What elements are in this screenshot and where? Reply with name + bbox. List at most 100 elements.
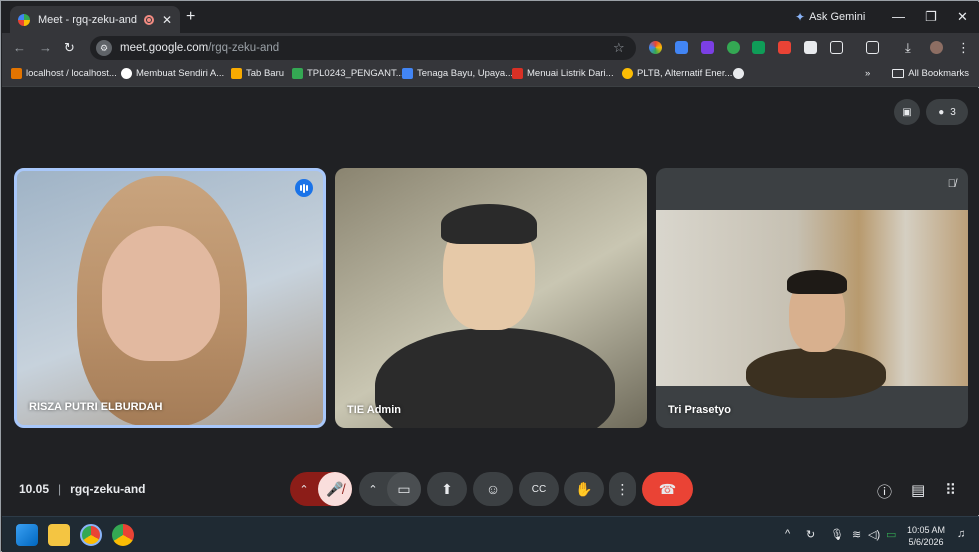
camera-options-chevron-icon[interactable]: ⌃ [359,483,387,496]
minimize-button[interactable]: — [892,9,905,24]
taskbar-time: 10:05 AM [907,525,946,535]
url-host: meet.google.com [120,42,209,54]
participant-tile[interactable]: 🎙̸ Tri Prasetyo [656,168,968,428]
extension-5-icon[interactable] [752,41,765,54]
extensions-puzzle-icon[interactable] [830,41,843,54]
participant-name: Tri Prasetyo [668,404,731,416]
bookmark-item[interactable]: Menuai Listrik Dari... [512,68,614,79]
bookmark-label: PLTB, Alternatif Ener... [637,68,733,79]
bookmark-label: localhost / localhost... [26,68,117,79]
activities-grid-icon[interactable]: ⠿ [945,481,956,499]
mic-off-icon[interactable]: 🎤̸ [318,472,352,506]
profile-avatar[interactable] [930,41,943,54]
meet-controls-bar: 10.05 | rgq-zeku-and ⌃ 🎤̸ ⌃ ▭ ⬆ ☺ CC ✋ ⋮… [2,464,979,515]
camera-icon[interactable]: ▭ [387,472,421,506]
taskbar-date: 5/6/2026 [908,537,944,547]
meet-stage: ▣ ● 3 RISZA PUTRI ELBURDAH TIE Admin 🎙̸ … [2,88,979,515]
windows-start-icon[interactable] [16,524,38,546]
globe-icon [733,68,744,79]
microphone-tray-icon[interactable]: 🎙 [830,528,844,541]
bookmark-item[interactable]: Tenaga Bayu, Upaya... [402,68,513,79]
volume-icon[interactable]: ◁) [868,528,880,541]
participant-name: TIE Admin [347,404,401,416]
people-icon: ● [938,106,945,118]
sync-icon[interactable]: ↻ [806,528,815,541]
present-screen-icon[interactable]: ⬆ [427,472,467,506]
grammarly-icon[interactable] [727,41,740,54]
all-bookmarks-button[interactable]: All Bookmarks [892,68,969,79]
bookmark-item[interactable]: TPL0243_PENGANT... [292,68,404,79]
extension-1-icon[interactable] [649,41,662,54]
participant-count: 3 [950,106,956,118]
participant-face [102,226,220,361]
bookmark-label: Membuat Sendiri A... [136,68,225,79]
bookmark-star-icon[interactable]: ☆ [613,40,625,56]
extension-3-icon[interactable] [701,41,714,54]
restore-button[interactable]: ❐ [925,9,937,25]
new-tab-button[interactable]: + [186,8,195,26]
battery-icon[interactable]: ▭ [886,528,896,541]
camera-control[interactable]: ⌃ ▭ [359,472,421,506]
speaking-indicator-icon [295,179,313,197]
file-explorer-icon[interactable] [48,524,70,546]
download-icon[interactable]: ⤓ [905,40,911,56]
tab-close-button[interactable]: ✕ [162,13,172,27]
taskbar-clock[interactable]: 10:05 AM 5/6/2026 [907,524,945,548]
window-close-button[interactable]: ✕ [957,9,968,25]
mic-muted-icon: 🎙̸ [947,178,956,190]
participants-button[interactable]: ● 3 [926,99,968,125]
chat-icon[interactable]: ▤ [911,481,925,499]
tab-title: Meet - rgq-zeku-and [38,13,138,26]
bookmark-item[interactable]: localhost / localhost... [11,68,117,79]
chrome-profile-icon[interactable] [112,524,134,546]
meeting-details-icon[interactable]: ⓘ [877,481,892,502]
notion-icon[interactable] [804,41,817,54]
participant-hair [787,270,847,294]
back-arrow-icon[interactable]: ← [13,40,26,55]
google-icon [121,68,132,79]
tray-overflow-chevron[interactable]: ^ [785,528,790,540]
captions-icon[interactable]: CC [519,472,559,506]
raise-hand-icon[interactable]: ✋ [564,472,604,506]
ask-gemini-label: Ask Gemini [809,11,866,23]
bookmark-item[interactable]: Membuat Sendiri A... [121,68,224,79]
participant-tile[interactable]: RISZA PUTRI ELBURDAH [14,168,326,428]
drive-icon [292,68,303,79]
participant-video [375,328,615,428]
extension-2-icon[interactable] [675,41,688,54]
menu-kebab-icon[interactable]: ⋮ [957,40,970,56]
bookmarks-bar: localhost / localhost... Membuat Sendiri… [2,63,979,87]
url-path: /rgq-zeku-and [208,42,280,54]
bookmarks-overflow-button[interactable]: » [865,68,870,79]
address-bar[interactable]: ⚙ meet.google.com/rgq-zeku-and [90,36,636,60]
meeting-info: 10.05 | rgq-zeku-and [19,482,146,496]
notifications-bell-icon[interactable]: ♫ [957,528,965,540]
bookmark-label: Tenaga Bayu, Upaya... [417,68,514,79]
extension-6-icon[interactable] [778,41,791,54]
hide-tiles-icon[interactable]: ▣ [894,99,920,125]
ask-gemini-button[interactable]: ✦ Ask Gemini [795,10,865,24]
site-info-icon[interactable]: ⚙ [96,40,112,56]
cast-icon[interactable] [866,41,879,54]
emoji-reaction-icon[interactable]: ☺ [473,472,513,506]
tab-meet[interactable]: Meet - rgq-zeku-and ✕ [10,6,180,33]
bookmark-favicon-icon [512,68,523,79]
meeting-time: 10.05 [19,482,50,496]
bookmark-item[interactable]: PLTB, Alternatif Ener... [622,68,732,79]
end-call-icon[interactable]: ☎ [642,472,693,506]
microphone-control[interactable]: ⌃ 🎤̸ [290,472,352,506]
more-options-icon[interactable]: ⋮ [609,472,636,506]
bookmark-favicon-icon [402,68,413,79]
mic-options-chevron-icon[interactable]: ⌃ [290,483,318,496]
bookmark-item[interactable] [733,68,744,79]
bookmark-favicon-icon [231,68,242,79]
forward-arrow-icon[interactable]: → [39,40,52,55]
all-bookmarks-label: All Bookmarks [908,68,969,79]
bookmark-label: Tab Baru [246,68,285,79]
reload-icon[interactable]: ↻ [64,40,75,56]
participant-tile[interactable]: TIE Admin [335,168,647,428]
meeting-code: rgq-zeku-and [70,482,146,496]
chrome-icon[interactable] [80,524,102,546]
wifi-icon[interactable]: ≋ [852,528,861,541]
bookmark-item[interactable]: Tab Baru [231,68,284,79]
